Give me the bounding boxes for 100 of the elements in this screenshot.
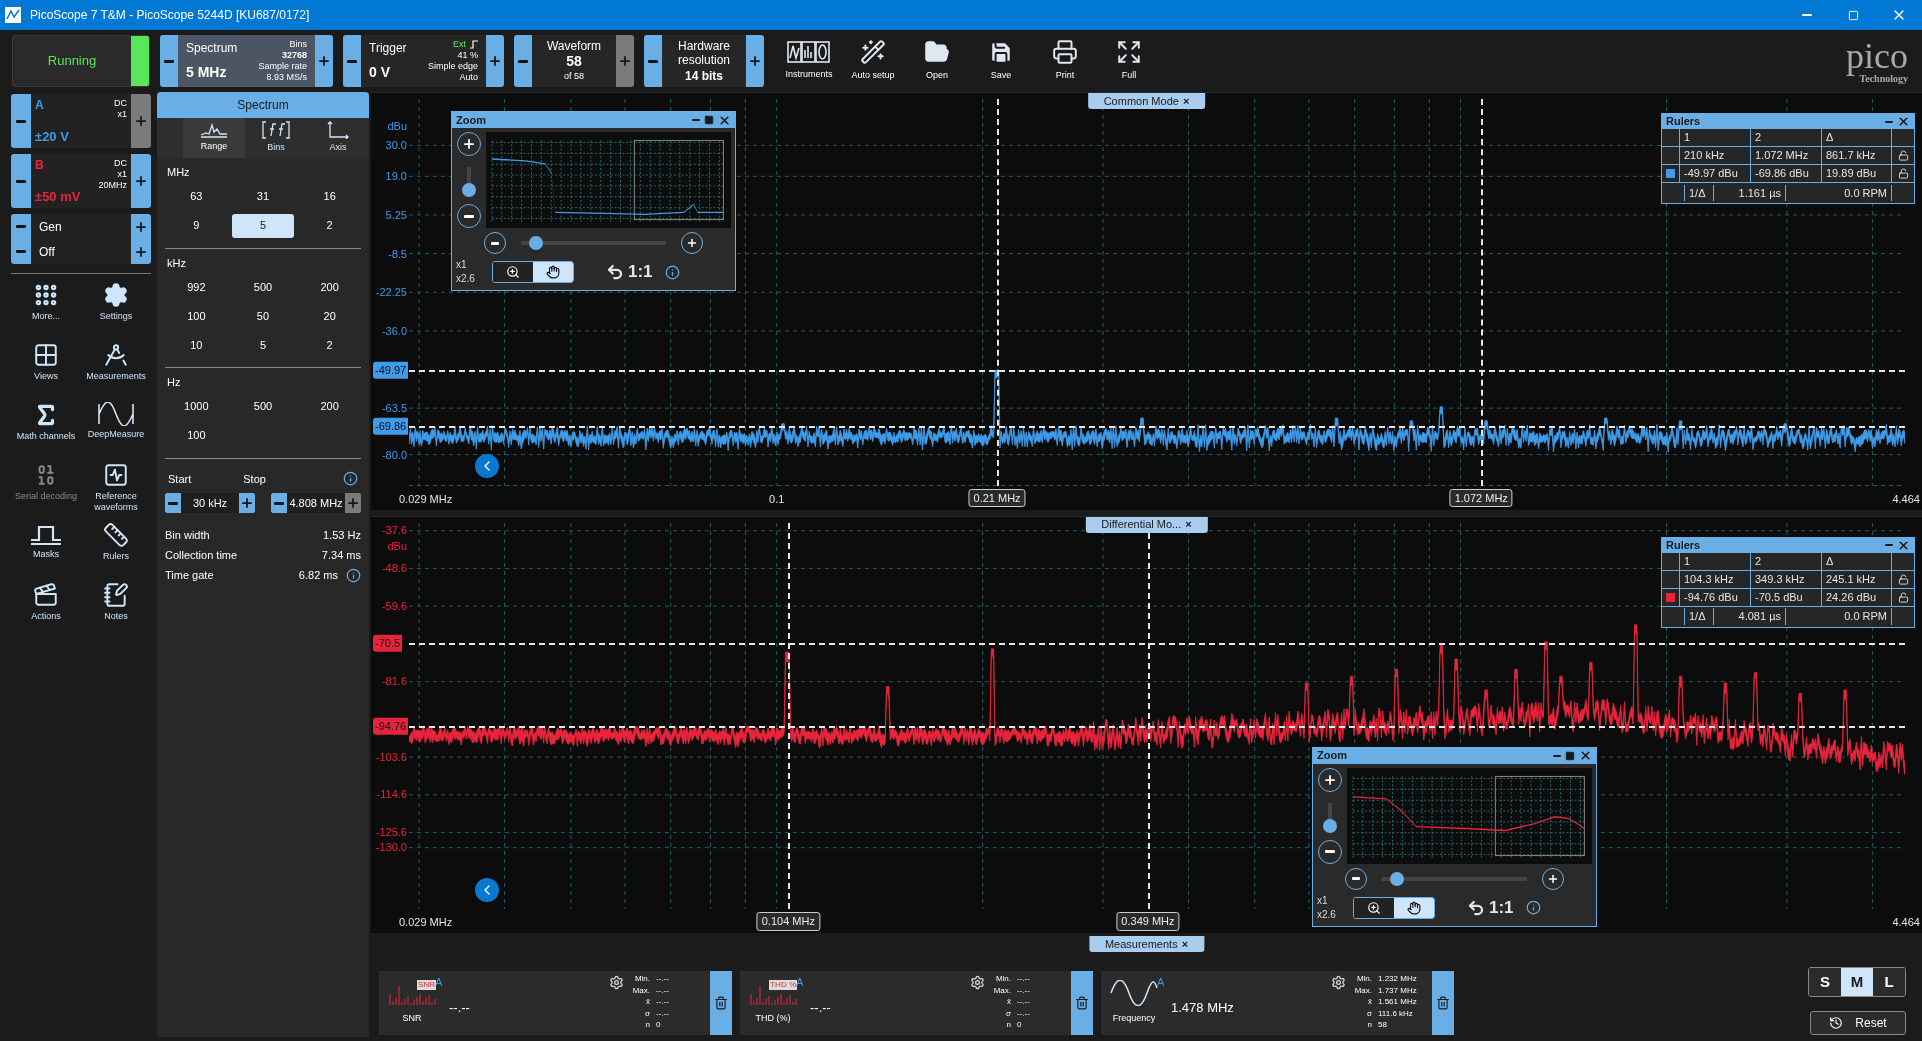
plus-button[interactable] — [131, 214, 151, 239]
settings-icon[interactable] — [970, 975, 985, 990]
run-button[interactable]: Running — [12, 35, 150, 87]
channel-control[interactable]: A ±20 V DC x1 — [31, 94, 131, 148]
minus-button[interactable] — [11, 154, 31, 208]
ruler-tag[interactable]: -94.76 — [373, 718, 409, 735]
side-tool-button[interactable]: Notes — [81, 580, 151, 636]
generator-control[interactable]: Gen — [31, 214, 131, 239]
side-tool-button[interactable]: Settings — [81, 280, 151, 336]
minus-button[interactable] — [644, 35, 662, 87]
collapse-button[interactable] — [475, 454, 499, 479]
delete-button[interactable] — [1432, 971, 1454, 1035]
plus-button[interactable] — [746, 35, 764, 87]
range-option[interactable]: 16 — [298, 184, 361, 209]
side-tool-button[interactable]: Reference waveforms — [81, 460, 151, 516]
ruler-tag[interactable]: -69.86 — [373, 417, 409, 435]
info-icon[interactable] — [343, 471, 358, 487]
range-option[interactable]: 63 — [165, 184, 228, 209]
toolbar-button[interactable]: Full — [1098, 35, 1160, 87]
pan-mode-button[interactable] — [1394, 897, 1434, 918]
range-option[interactable]: 500 — [231, 275, 295, 299]
collapse-button[interactable] — [475, 877, 499, 902]
close-tab-button[interactable]: × — [1181, 935, 1189, 953]
toolbar-button[interactable]: Save — [970, 35, 1032, 87]
plus-button[interactable] — [131, 239, 151, 264]
toolbar-button[interactable]: Open — [906, 35, 968, 87]
pan-mode-button[interactable] — [533, 262, 573, 282]
plus-button[interactable] — [486, 35, 504, 87]
view-tab[interactable]: Common Mode × — [1087, 93, 1206, 109]
range-option[interactable]: 992 — [165, 275, 228, 299]
minus-button[interactable] — [514, 35, 532, 87]
close-tab-button[interactable]: × — [1185, 516, 1192, 533]
minus-button[interactable] — [165, 493, 181, 513]
minus-button[interactable] — [160, 35, 178, 87]
size-button[interactable]: S — [1809, 968, 1841, 996]
range-option[interactable]: 5 — [231, 213, 295, 238]
range-option[interactable]: 500 — [231, 394, 295, 419]
slider-thumb[interactable] — [528, 236, 543, 250]
toolbar-button[interactable]: Auto setup — [842, 35, 904, 87]
side-tool-button[interactable]: Masks — [11, 520, 81, 576]
delete-button[interactable] — [1071, 971, 1093, 1035]
unlock-icon[interactable] — [1897, 168, 1909, 179]
side-tool-button[interactable]: Math channels — [11, 400, 81, 456]
minus-button[interactable] — [343, 35, 361, 87]
view-tab[interactable]: Measurements × — [1088, 936, 1205, 952]
minimize-icon[interactable] — [1553, 754, 1561, 757]
size-button[interactable]: L — [1873, 968, 1905, 996]
toolbar-button[interactable]: Instruments — [778, 35, 840, 87]
range-option[interactable]: 100 — [165, 423, 228, 448]
range-option[interactable]: 31 — [231, 184, 295, 209]
unlock-icon[interactable] — [1897, 591, 1909, 603]
toolbar-button[interactable]: Print — [1034, 35, 1096, 87]
side-tool-button[interactable]: Measurements — [81, 340, 151, 396]
zoom-mode-button[interactable] — [1354, 897, 1394, 918]
range-option[interactable]: 5 — [231, 333, 295, 357]
unlock-icon[interactable] — [1897, 573, 1909, 585]
minus-button[interactable] — [11, 94, 31, 148]
ruler-tag[interactable]: 0.21 MHz — [968, 488, 1026, 507]
close-icon[interactable] — [1897, 538, 1910, 552]
ruler-tag[interactable]: 1.072 MHz — [1449, 488, 1513, 507]
reset-zoom-button[interactable]: 1:1 — [606, 259, 653, 285]
generator-control[interactable]: Off — [31, 239, 131, 264]
mode-toggle[interactable] — [492, 261, 574, 283]
side-tool-button[interactable]: Actions — [11, 580, 81, 636]
close-icon[interactable] — [1897, 115, 1910, 128]
mode-toggle[interactable] — [1353, 896, 1435, 919]
side-tool-button[interactable]: Rulers — [81, 520, 151, 576]
maximize-icon[interactable] — [704, 115, 714, 125]
reset-zoom-button[interactable]: 1:1 — [1467, 894, 1514, 921]
unlock-icon[interactable] — [1897, 150, 1909, 161]
minus-button[interactable] — [271, 493, 287, 513]
range-option[interactable]: 2 — [298, 213, 361, 238]
channel-control[interactable]: B ±50 mV DC x1 20MHz — [31, 154, 131, 208]
size-button[interactable]: M — [1841, 968, 1873, 996]
range-option[interactable]: 20 — [298, 304, 361, 328]
close-icon[interactable] — [718, 113, 731, 127]
reset-button[interactable]: Reset — [1810, 1011, 1906, 1035]
frequency-field[interactable]: 30 kHz — [165, 493, 255, 513]
slider-thumb[interactable] — [1322, 818, 1337, 833]
zoom-mode-button[interactable] — [493, 262, 533, 282]
panel-tab[interactable]: Range — [183, 118, 245, 158]
trigger-control[interactable]: Trigger 0 V Ext 41 % Simple edge Auto — [361, 35, 486, 87]
slider-thumb[interactable] — [1389, 871, 1404, 886]
range-option[interactable]: 50 — [231, 304, 295, 328]
range-option[interactable]: 1000 — [165, 394, 228, 419]
plus-button[interactable] — [239, 493, 255, 513]
view-tab[interactable]: Differential Mo... × — [1085, 516, 1208, 533]
minimize-icon[interactable] — [1885, 120, 1893, 123]
range-option[interactable]: 200 — [298, 394, 361, 419]
settings-icon[interactable] — [1331, 975, 1346, 990]
range-option[interactable]: 200 — [298, 275, 361, 299]
range-option[interactable]: 100 — [165, 304, 228, 328]
settings-icon[interactable] — [609, 975, 624, 990]
side-tool-button[interactable]: Views — [11, 340, 81, 396]
minus-button[interactable] — [11, 239, 31, 264]
spectrum-control[interactable]: Spectrum 5 MHz Bins 32768 Sample rate 8.93 MS/s — [178, 35, 315, 87]
minus-button[interactable] — [11, 214, 31, 239]
ruler-tag[interactable]: 0.349 MHz — [1116, 912, 1180, 931]
resolution-control[interactable]: Hardware resolution 14 bits — [662, 35, 746, 87]
ruler-tag[interactable]: 0.104 MHz — [756, 912, 820, 931]
